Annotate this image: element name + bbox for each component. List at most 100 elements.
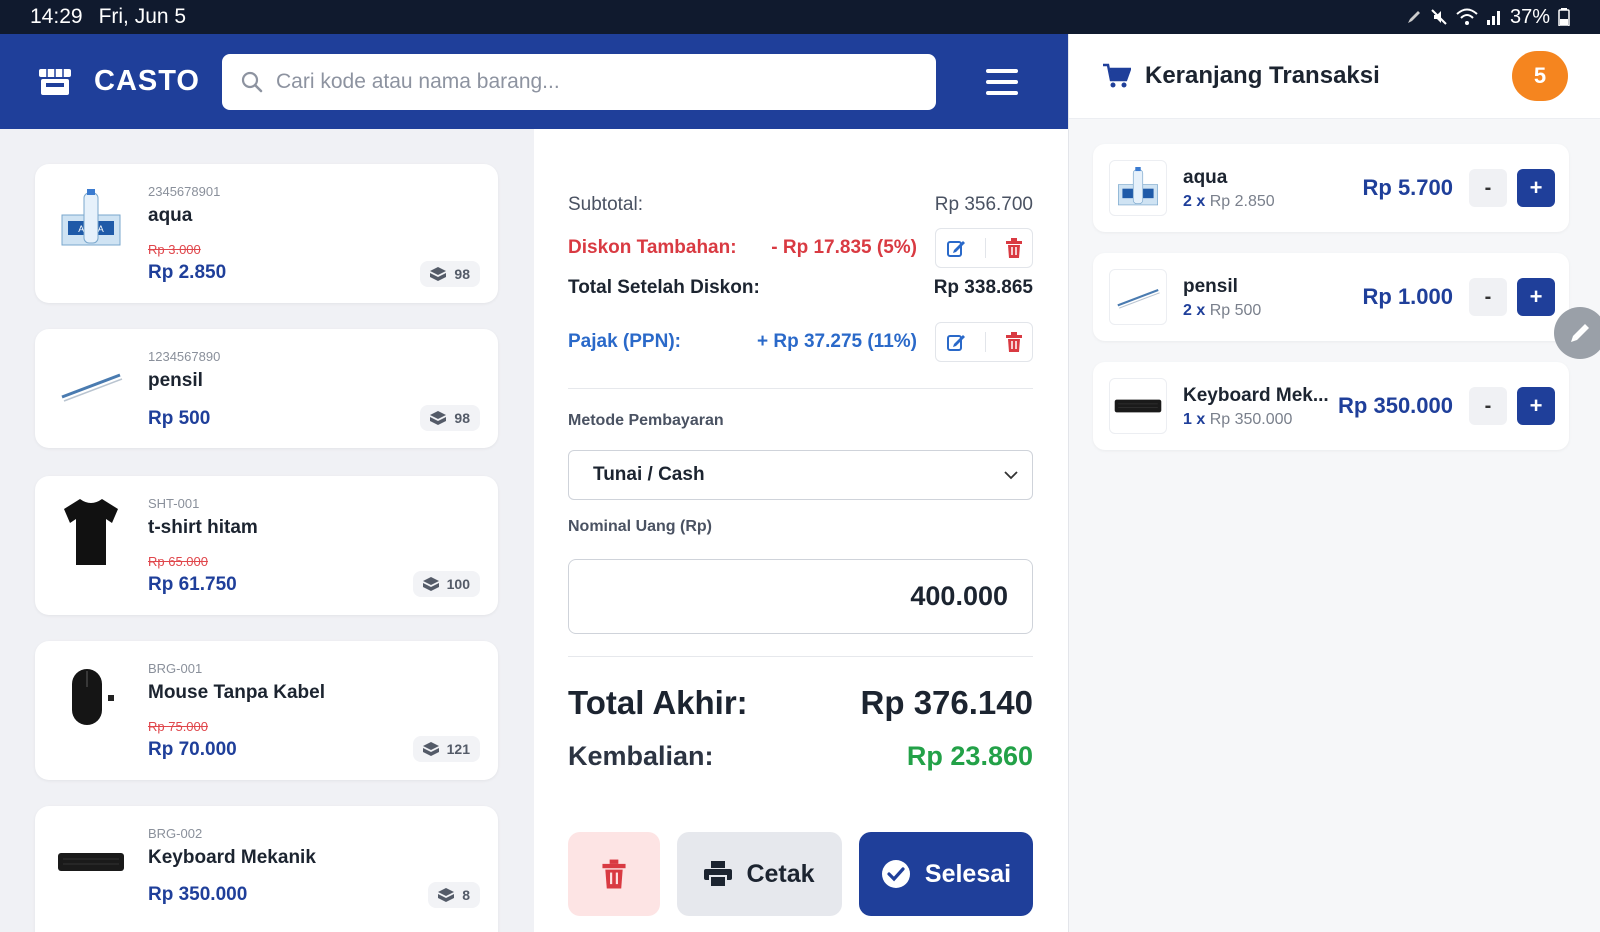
signal-icon — [1486, 11, 1500, 25]
pencil-icon — [61, 373, 123, 402]
stock-count: 98 — [454, 266, 470, 282]
cart-icon — [1103, 63, 1131, 88]
cart-item[interactable]: Keyboard Mek... 1 x Rp 350.000 Rp 350.00… — [1093, 362, 1569, 450]
amount-label: Nominal Uang (Rp) — [568, 518, 712, 535]
cart-item-unit-price: Rp 2.850 — [1209, 193, 1275, 210]
product-old-price: Rp 3.000 — [148, 242, 201, 257]
increase-qty-button[interactable]: + — [1517, 169, 1555, 207]
product-card[interactable]: BRG-002 Keyboard Mekanik Rp 350.000 8 — [35, 806, 498, 932]
product-thumbnail — [55, 824, 127, 900]
change-label: Kembalian: — [568, 741, 714, 771]
print-button[interactable]: Cetak — [677, 832, 842, 916]
cart-item-thumbnail — [1109, 160, 1167, 216]
subtotal-label: Subtotal: — [568, 194, 643, 215]
product-card[interactable]: AQUA 2345678901 aqua Rp 3.000 Rp 2.850 9… — [35, 164, 498, 303]
status-time: 14:29 — [30, 5, 83, 28]
discount-row: Diskon Tambahan: - Rp 17.835 (5%) — [568, 228, 1033, 268]
cart-item-total: Rp 5.700 — [1362, 175, 1454, 200]
chevron-down-icon — [1004, 471, 1018, 480]
product-code: 2345678901 — [148, 184, 221, 199]
battery-level: 37% — [1509, 5, 1550, 28]
tshirt-icon — [64, 499, 118, 565]
stock-badge: 100 — [412, 571, 480, 597]
floating-edit-button[interactable] — [1554, 307, 1600, 359]
product-name: pensil — [148, 370, 203, 391]
cart-item[interactable]: aqua 2 x Rp 2.850 Rp 5.700 - + — [1093, 144, 1569, 232]
product-code: SHT-001 — [148, 496, 200, 511]
cart-header: Keranjang Transaksi 5 — [1069, 34, 1600, 119]
status-date: Fri, Jun 5 — [98, 5, 187, 28]
product-card[interactable]: BRG-001 Mouse Tanpa Kabel Rp 75.000 Rp 7… — [35, 641, 498, 780]
check-circle-icon — [881, 860, 910, 888]
keyboard-icon — [1114, 399, 1162, 413]
decrease-qty-button[interactable]: - — [1469, 169, 1507, 207]
stock-badge: 121 — [412, 736, 480, 762]
payment-method-value: Tunai / Cash — [593, 464, 705, 485]
product-price: Rp 70.000 — [148, 739, 237, 760]
divider — [984, 238, 986, 258]
battery-icon — [1558, 8, 1570, 26]
finish-label: Selesai — [924, 859, 1012, 888]
brand-name: CASTO — [94, 65, 200, 97]
amount-value: 400.000 — [910, 581, 1008, 611]
edit-icon[interactable] — [946, 238, 966, 258]
product-card[interactable]: 1234567890 pensil Rp 500 98 — [35, 329, 498, 448]
water-box-icon: AQUA — [61, 189, 121, 246]
menu-button[interactable] — [986, 68, 1018, 95]
product-price: Rp 350.000 — [148, 884, 248, 905]
product-card[interactable]: SHT-001 t-shirt hitam Rp 65.000 Rp 61.75… — [35, 476, 498, 615]
stock-count: 121 — [446, 741, 470, 757]
search-bar[interactable] — [222, 53, 936, 110]
product-name: t-shirt hitam — [148, 517, 258, 538]
edit-icon[interactable] — [946, 332, 966, 352]
box-icon — [422, 742, 439, 756]
trash-icon[interactable] — [1005, 238, 1023, 258]
increase-qty-button[interactable]: + — [1517, 387, 1555, 425]
box-icon — [430, 267, 447, 281]
app-header: CASTO — [0, 34, 1068, 129]
store-icon — [39, 68, 71, 95]
subtotal-value: Rp 356.700 — [934, 194, 1033, 215]
cart-item-unit-price: Rp 500 — [1209, 302, 1262, 319]
stock-badge: 98 — [420, 261, 480, 287]
amount-input[interactable]: 400.000 — [568, 559, 1033, 634]
pencil-icon — [1117, 289, 1160, 309]
total-row: Total Akhir: Rp 376.140 — [568, 684, 1033, 722]
cart-item-total: Rp 350.000 — [1338, 393, 1453, 418]
pencil-edit-icon — [1571, 324, 1589, 342]
total-label: Total Akhir: — [568, 684, 748, 721]
cart-item-name: pensil — [1183, 276, 1238, 297]
divider — [568, 656, 1033, 657]
product-name: aqua — [148, 205, 193, 226]
wifi-icon — [1456, 8, 1478, 25]
cart-item-qty-count: 2 x — [1183, 302, 1206, 319]
after-discount-row: Total Setelah Diskon: Rp 338.865 — [568, 277, 1033, 299]
tax-actions — [935, 322, 1033, 362]
cart-item[interactable]: pensil 2 x Rp 500 Rp 1.000 - + — [1093, 253, 1569, 341]
decrease-qty-button[interactable]: - — [1469, 387, 1507, 425]
subtotal-row: Subtotal: Rp 356.700 — [568, 194, 1033, 216]
discount-label: Diskon Tambahan: — [568, 237, 737, 258]
cart-item-total: Rp 1.000 — [1362, 284, 1454, 309]
product-code: BRG-001 — [148, 661, 203, 676]
trash-icon[interactable] — [1005, 332, 1023, 352]
product-name: Keyboard Mekanik — [148, 847, 316, 868]
total-value: Rp 376.140 — [860, 684, 1033, 721]
status-bar: 14:29 Fri, Jun 5 37% — [0, 0, 1600, 34]
finish-button[interactable]: Selesai — [859, 832, 1033, 916]
after-discount-label: Total Setelah Diskon: — [568, 277, 760, 298]
keyboard-icon — [58, 853, 124, 871]
payment-method-select[interactable]: Tunai / Cash — [568, 450, 1033, 500]
decrease-qty-button[interactable]: - — [1469, 278, 1507, 316]
water-box-icon — [1118, 167, 1158, 206]
discount-actions — [935, 228, 1033, 268]
hamburger-icon-line — [986, 90, 1018, 95]
clear-transaction-button[interactable] — [568, 832, 660, 916]
payment-method-label: Metode Pembayaran — [568, 412, 724, 429]
product-old-price: Rp 65.000 — [148, 554, 208, 569]
search-input[interactable] — [276, 69, 896, 94]
tax-value: + Rp 37.275 (11%) — [756, 331, 917, 352]
increase-qty-button[interactable]: + — [1517, 278, 1555, 316]
hamburger-icon-line — [986, 68, 1018, 73]
cart-item-unit-price: Rp 350.000 — [1209, 411, 1293, 428]
